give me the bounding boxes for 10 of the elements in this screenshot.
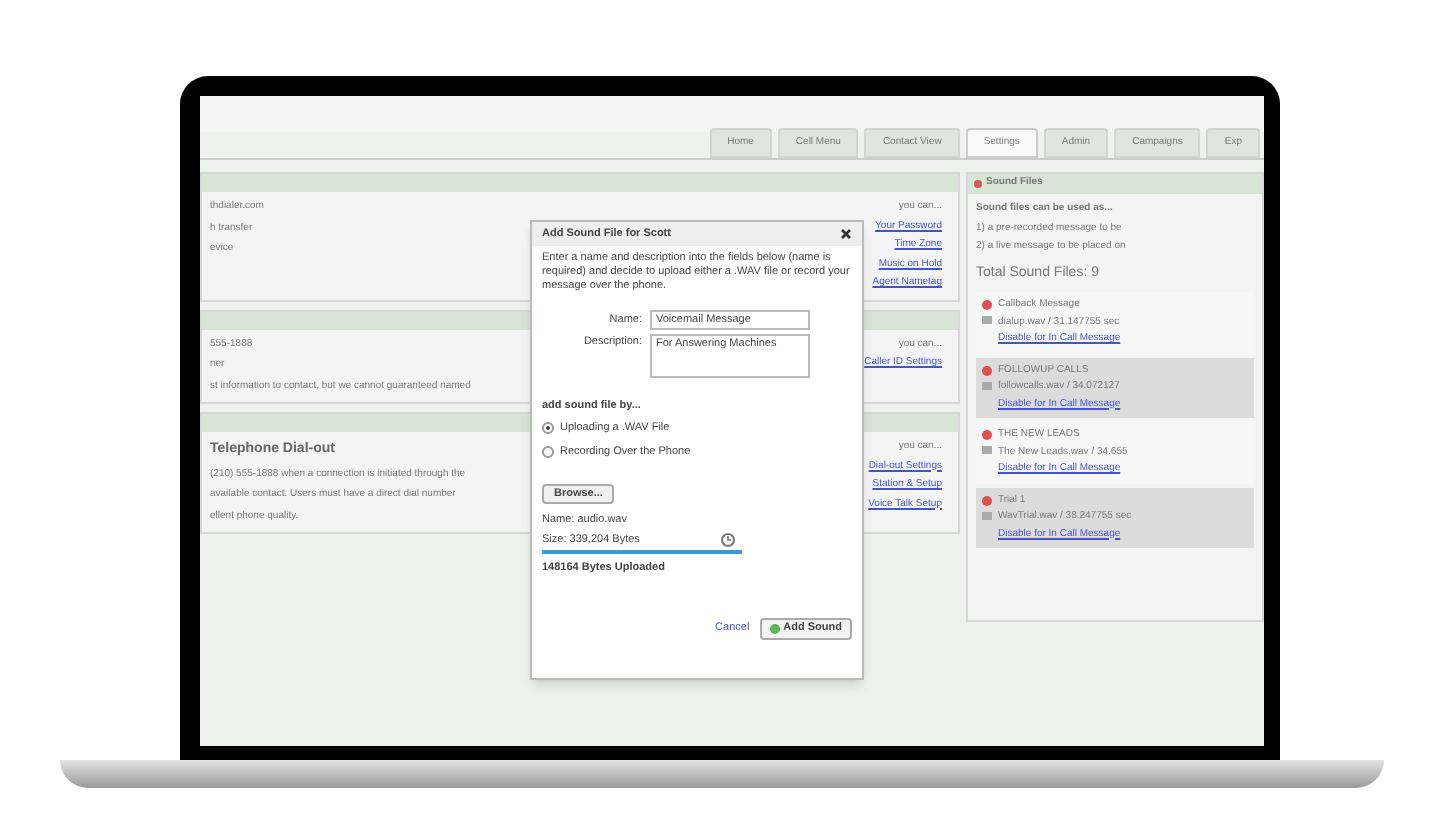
spinner-icon [719,532,736,549]
close-icon[interactable] [840,228,852,240]
delete-icon[interactable] [982,365,992,375]
sound-icon [974,180,982,188]
delete-icon[interactable] [982,300,992,310]
check-icon [769,623,780,633]
radio-button[interactable] [542,445,554,458]
delete-icon[interactable] [982,495,992,505]
delete-icon[interactable] [982,430,992,440]
radio-button[interactable] [542,422,554,435]
